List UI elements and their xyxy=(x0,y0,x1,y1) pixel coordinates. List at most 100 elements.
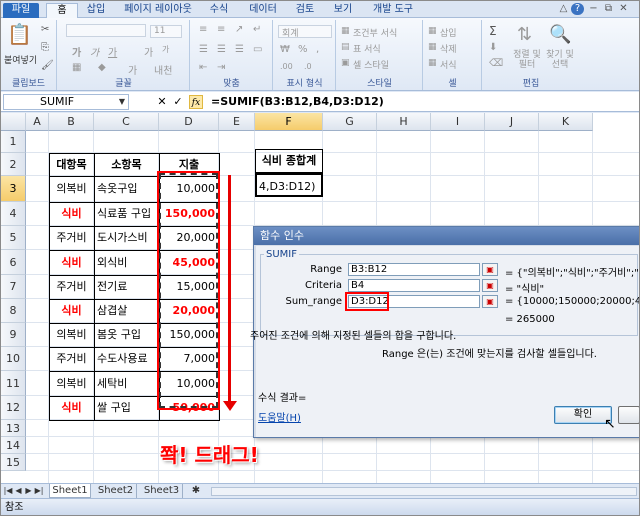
criteria-input[interactable]: B4 xyxy=(348,279,480,292)
sheet-tab-2[interactable]: Sheet2 xyxy=(95,484,137,498)
tab-file[interactable]: 파일 xyxy=(3,3,39,18)
cancel-button[interactable] xyxy=(618,406,639,424)
currency-icon[interactable]: ₩ xyxy=(280,44,290,55)
paste-button[interactable]: 붙여넣기 xyxy=(4,53,37,66)
merge-center-icon[interactable]: ▭ xyxy=(253,44,262,55)
range-input[interactable]: B3:B12 xyxy=(348,263,480,276)
category-cell[interactable]: 식비 xyxy=(49,202,94,226)
summary-active-cell[interactable]: 4,D3:D12) xyxy=(255,173,323,197)
sheet-tab-1[interactable]: Sheet1 xyxy=(49,484,91,498)
tab-insert[interactable]: 삽입 xyxy=(81,3,111,18)
font-size-select[interactable]: 11 xyxy=(150,25,182,38)
row-header-9[interactable]: 9 xyxy=(1,323,26,347)
comma-icon[interactable]: , xyxy=(316,44,319,55)
bold-icon[interactable]: 가 xyxy=(72,44,81,59)
tab-view[interactable]: 보기 xyxy=(329,3,357,18)
cancel-icon[interactable]: ✕ xyxy=(155,95,169,109)
grow-font-icon[interactable]: 가 xyxy=(144,44,153,59)
tab-data[interactable]: 데이터 xyxy=(243,3,283,18)
column-header-f[interactable]: F xyxy=(255,113,323,131)
font-name-select[interactable] xyxy=(66,24,146,37)
category-cell[interactable]: 주거비 xyxy=(49,347,94,371)
cut-icon[interactable]: ✂ xyxy=(41,24,49,35)
first-sheet-icon[interactable]: |◀ xyxy=(3,484,13,498)
row-header-15[interactable]: 15 xyxy=(1,454,26,471)
summary-header[interactable]: 식비 종합계 xyxy=(255,149,323,172)
category-cell[interactable]: 주거비 xyxy=(49,275,94,299)
row-header-5[interactable]: 5 xyxy=(1,226,26,250)
row-header-4[interactable]: 4 xyxy=(1,202,26,226)
item-cell[interactable]: 쌀 구입 xyxy=(94,396,159,420)
row-header-3[interactable]: 3 xyxy=(1,176,26,202)
row-header-2[interactable]: 2 xyxy=(1,153,26,176)
category-cell[interactable]: 식비 xyxy=(49,250,94,275)
tab-home[interactable]: 홈 xyxy=(46,3,78,18)
help-link[interactable]: 도움말(H) xyxy=(258,409,301,424)
underline-icon[interactable]: 가 xyxy=(108,44,117,59)
insert-function-icon[interactable]: fx xyxy=(189,95,203,109)
category-cell[interactable]: 의복비 xyxy=(49,371,94,396)
category-cell[interactable]: 의복비 xyxy=(49,323,94,347)
number-format-select[interactable]: 회계 xyxy=(278,25,332,39)
paste-icon[interactable]: 📋 xyxy=(7,22,32,46)
row-header-12[interactable]: 12 xyxy=(1,396,26,420)
orientation-icon[interactable]: ↗ xyxy=(235,24,243,35)
decrease-decimal-icon[interactable]: .0 xyxy=(304,62,312,71)
row-header-7[interactable]: 7 xyxy=(1,275,26,299)
dialog-title[interactable]: 함수 인수 xyxy=(254,227,639,245)
restore-icon[interactable]: ⧉ xyxy=(602,3,615,15)
row-header-6[interactable]: 6 xyxy=(1,250,26,275)
align-left-icon[interactable]: ☰ xyxy=(199,44,208,55)
row-header-14[interactable]: 14 xyxy=(1,437,26,454)
increase-indent-icon[interactable]: ⇥ xyxy=(217,62,225,73)
prev-sheet-icon[interactable]: ◀ xyxy=(14,484,23,498)
table-header[interactable]: 소항목 xyxy=(94,153,159,176)
category-cell[interactable]: 의복비 xyxy=(49,176,94,202)
align-center-icon[interactable]: ☰ xyxy=(217,44,226,55)
name-box[interactable]: SUMIF ▼ xyxy=(3,94,129,110)
shrink-font-icon[interactable]: 가 xyxy=(162,44,169,55)
sheet-tab-3[interactable]: Sheet3 xyxy=(141,484,183,498)
category-cell[interactable]: 식비 xyxy=(49,299,94,323)
increase-decimal-icon[interactable]: .00 xyxy=(280,62,293,71)
font-color-icon[interactable]: 가 xyxy=(128,62,137,77)
row-header-10[interactable]: 10 xyxy=(1,347,26,371)
sort-filter-button[interactable]: 정렬 및 필터 xyxy=(513,50,541,70)
insert-cells-button[interactable]: 삽입 xyxy=(440,26,457,39)
decrease-indent-icon[interactable]: ⇤ xyxy=(199,62,207,73)
formula-input[interactable]: =SUMIF(B3:B12,B4,D3:D12) xyxy=(211,95,384,109)
fill-color-icon[interactable]: ◆ xyxy=(98,62,106,73)
collapse-sum-range-icon[interactable]: ▣ xyxy=(482,295,498,308)
italic-icon[interactable]: 가 xyxy=(90,44,99,59)
column-header-b[interactable]: B xyxy=(49,113,94,131)
column-header-g[interactable]: G xyxy=(323,113,377,131)
tab-page-layout[interactable]: 페이지 레이아웃 xyxy=(119,3,197,18)
table-format-button[interactable]: 표 서식 xyxy=(353,42,381,55)
new-sheet-icon[interactable]: ✱ xyxy=(189,484,203,498)
phonetic-icon[interactable]: 내천 xyxy=(154,62,172,77)
category-cell[interactable]: 식비 xyxy=(49,396,94,420)
wrap-text-icon[interactable]: ↵ xyxy=(253,24,261,35)
autosum-icon[interactable]: Σ xyxy=(489,24,497,38)
column-header-i[interactable]: I xyxy=(431,113,485,131)
column-header-c[interactable]: C xyxy=(94,113,159,131)
item-cell[interactable]: 세탁비 xyxy=(94,371,159,396)
align-top-icon[interactable]: ≡ xyxy=(199,24,207,35)
item-cell[interactable]: 수도사용료 xyxy=(94,347,159,371)
tab-formulas[interactable]: 수식 xyxy=(205,3,233,18)
item-cell[interactable]: 속옷구입 xyxy=(94,176,159,202)
column-header-a[interactable]: A xyxy=(26,113,49,131)
conditional-format-button[interactable]: 조건부 서식 xyxy=(353,26,397,39)
help-icon[interactable]: ? xyxy=(571,3,584,15)
format-cells-button[interactable]: 서식 xyxy=(440,58,457,71)
delete-cells-button[interactable]: 삭제 xyxy=(440,42,457,55)
column-header-e[interactable]: E xyxy=(219,113,255,131)
copy-icon[interactable]: ⎘ xyxy=(41,42,49,53)
category-cell[interactable]: 주거비 xyxy=(49,226,94,250)
cell-style-button[interactable]: 셀 스타일 xyxy=(353,58,389,71)
item-cell[interactable]: 삼겹살 xyxy=(94,299,159,323)
item-cell[interactable]: 전기료 xyxy=(94,275,159,299)
item-cell[interactable]: 외식비 xyxy=(94,250,159,275)
collapse-ribbon-icon[interactable]: △ xyxy=(557,3,570,15)
tab-review[interactable]: 검토 xyxy=(291,3,319,18)
